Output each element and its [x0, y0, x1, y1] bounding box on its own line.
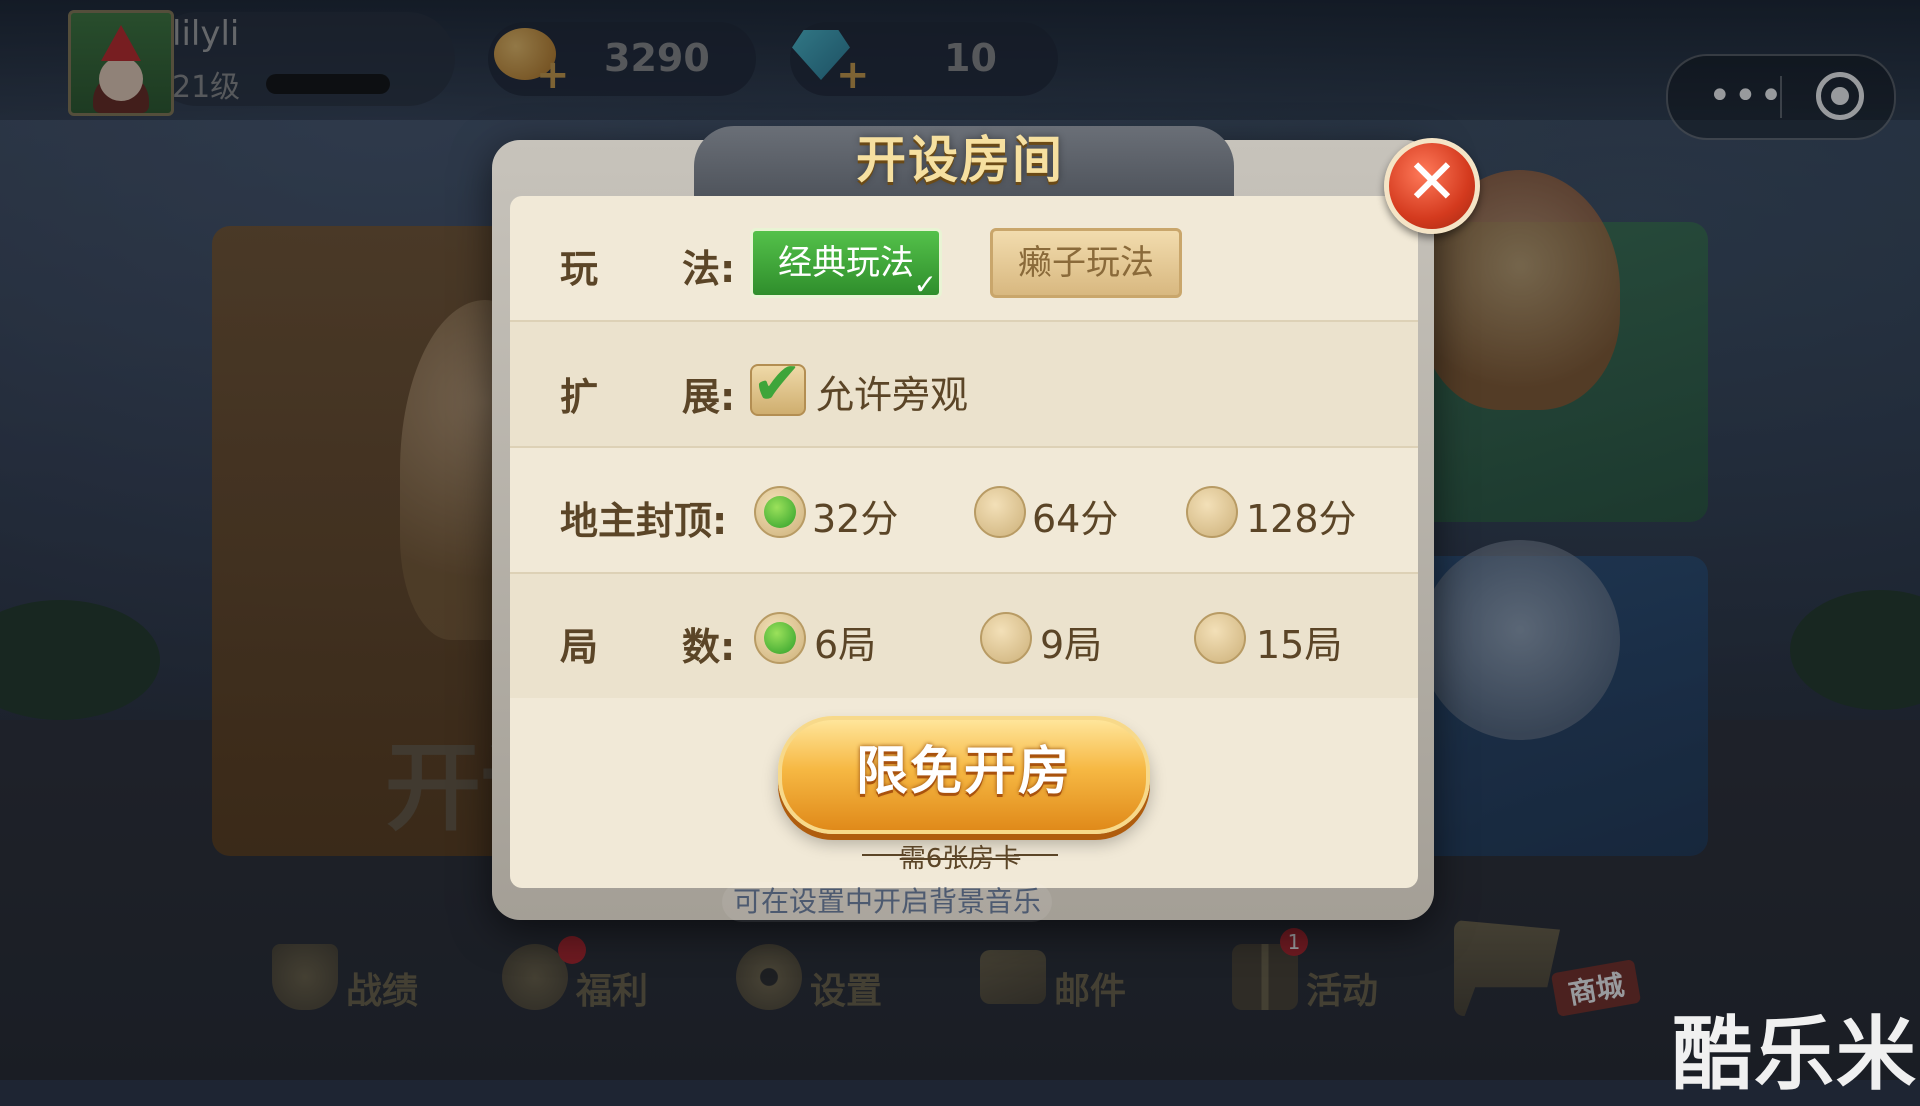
rounds-15-label: 15局 [1256, 623, 1343, 667]
note-strike-right [1014, 854, 1058, 856]
dialog-title: 开设房间 [856, 131, 1064, 189]
classic-mode-button[interactable]: 经典玩法 ✓ [750, 228, 942, 301]
rounds-9-radio[interactable] [980, 612, 1032, 664]
music-hint-text: 可在设置中开启背景音乐 [722, 882, 1052, 922]
cap-label: 地主封顶: [560, 499, 728, 543]
cap-32-radio[interactable] [754, 486, 806, 538]
free-open-room-button[interactable]: 限免开房 [778, 716, 1150, 834]
cap-128-label: 128分 [1246, 497, 1357, 541]
rounds-9-label: 9局 [1040, 623, 1103, 667]
close-icon: ✕ [1406, 145, 1458, 218]
close-dialog-button[interactable]: ✕ [1384, 138, 1480, 234]
row-mode [510, 196, 1418, 320]
extend-label-b: 展: [682, 375, 736, 419]
mode-label-a: 玩 [560, 247, 599, 291]
cap-64-radio[interactable] [974, 486, 1026, 538]
rounds-6-radio[interactable] [754, 612, 806, 664]
check-icon: ✓ [913, 268, 937, 301]
checkmark-icon: ✔ [752, 349, 803, 419]
classic-mode-label: 经典玩法 [778, 243, 914, 283]
extend-label-a: 扩 [560, 375, 599, 419]
cap-128-radio[interactable] [1186, 486, 1238, 538]
free-open-room-label: 限免开房 [855, 742, 1072, 802]
wildcard-mode-label: 癞子玩法 [1018, 243, 1154, 283]
rounds-label-a: 局 [560, 625, 599, 669]
rounds-15-radio[interactable] [1194, 612, 1246, 664]
rounds-6-label: 6局 [814, 623, 877, 667]
allow-spectate-label: 允许旁观 [816, 373, 969, 417]
room-card-cost-note: 需6张房卡 [899, 844, 1021, 874]
rounds-label-b: 数: [682, 625, 736, 669]
cap-32-label: 32分 [812, 497, 899, 541]
mode-label-b: 法: [682, 247, 736, 291]
cap-64-label: 64分 [1032, 497, 1119, 541]
wildcard-mode-button[interactable]: 癞子玩法 [990, 228, 1182, 298]
watermark: 酷乐米 [1672, 1008, 1918, 1101]
allow-spectate-checkbox[interactable]: ✔ [750, 349, 806, 419]
